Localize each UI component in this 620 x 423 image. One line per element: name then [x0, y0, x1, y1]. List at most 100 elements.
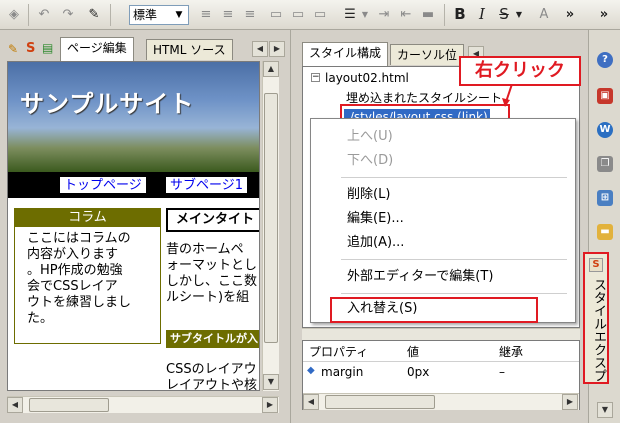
menu-separator: [341, 177, 567, 178]
plugin-icon[interactable]: ▣: [597, 88, 613, 104]
preview-horizontal-scrollbar[interactable]: ◀ ▶: [7, 396, 279, 413]
sub-text: CSSのレイアウ レイアウトや核: [166, 362, 259, 390]
callout-arrow: [502, 84, 513, 107]
collapse-icon[interactable]: −: [311, 73, 320, 82]
undo-icon[interactable]: ↶: [34, 4, 54, 24]
chevron-down-icon: ▼: [175, 10, 183, 20]
block-middle-icon[interactable]: ▭: [288, 4, 308, 24]
text-color-icon[interactable]: ▬: [418, 4, 438, 24]
paragraph-style-select[interactable]: 標準 ▼: [129, 5, 189, 25]
nav-link-top[interactable]: トップページ: [60, 177, 146, 195]
nav-link-sub1[interactable]: サブページ1: [166, 177, 248, 195]
align-right-icon[interactable]: ≡: [240, 4, 260, 24]
tab-scroll-right-icon[interactable]: ▶: [269, 41, 285, 57]
font-size-icon[interactable]: A: [534, 4, 554, 24]
menu-separator: [341, 259, 567, 260]
strike-button[interactable]: S: [494, 4, 514, 24]
bold-button[interactable]: B: [450, 4, 470, 24]
eraser-icon[interactable]: ◈: [4, 4, 24, 24]
block-bottom-icon[interactable]: ▭: [310, 4, 330, 24]
style-explorer-icon: S: [589, 258, 603, 272]
column-heading: コラム: [15, 209, 160, 227]
property-name[interactable]: margin: [321, 365, 363, 379]
property-header[interactable]: プロパティ: [309, 343, 368, 360]
property-value[interactable]: 0px: [407, 365, 429, 379]
tab-style-structure[interactable]: スタイル構成: [302, 42, 389, 66]
list-icon[interactable]: ☰: [340, 4, 360, 24]
toolbar-divider: [110, 4, 111, 26]
menu-item-delete[interactable]: 削除(L): [347, 185, 390, 205]
indent-icon[interactable]: ⇥: [374, 4, 394, 24]
italic-button[interactable]: I: [472, 4, 492, 24]
context-menu: 上へ(U) 下へ(D) 削除(L) 編集(E)... 追加(A)... 外部エデ…: [310, 118, 576, 323]
list-dropdown-icon[interactable]: ▼: [360, 4, 370, 24]
main-line: しかし、ここ数: [166, 274, 258, 289]
column-line: ウトを練習しまし: [27, 295, 132, 310]
sitemap-icon[interactable]: ⊞: [597, 190, 613, 206]
tab-cursor-position[interactable]: カーソル位: [390, 44, 465, 65]
toolbar-overflow-icon[interactable]: »: [560, 4, 580, 24]
property-icon: ◆: [307, 365, 315, 376]
column-line: 。HP作成の勉強: [27, 263, 123, 278]
menu-item-add[interactable]: 追加(A)...: [347, 233, 404, 253]
tree-root[interactable]: layout02.html: [325, 70, 409, 86]
hero-image: サンプルサイト: [8, 62, 259, 172]
main-line: ォーマットとし: [166, 258, 258, 273]
inherit-header[interactable]: 継承: [499, 343, 523, 360]
align-left-icon[interactable]: ≡: [196, 4, 216, 24]
style-s-icon[interactable]: S: [26, 41, 35, 56]
property-inherit[interactable]: –: [499, 365, 505, 379]
align-center-icon[interactable]: ≡: [218, 4, 238, 24]
tab-scroll-left-icon[interactable]: ◀: [252, 41, 268, 57]
header-divider: [303, 361, 579, 362]
menu-item-external-editor[interactable]: 外部エディターで編集(T): [347, 267, 493, 287]
main-text: 昔のホームペ ォーマットとし しかし、ここ数 ルシート)を組: [166, 242, 259, 306]
column-box: コラム ここにはコラムの 内容が入ります 。HP作成の勉強 会でCSSレイア ウ…: [14, 208, 161, 344]
property-table: プロパティ 値 継承 ◆ margin 0px – ◀ ▶: [302, 340, 580, 410]
pencil-icon[interactable]: ✎: [8, 42, 18, 56]
value-header[interactable]: 値: [407, 343, 419, 360]
scroll-left-icon[interactable]: ◀: [303, 394, 319, 410]
column-text: ここにはコラムの 内容が入ります 。HP作成の勉強 会でCSSレイア ウトを練習…: [27, 231, 157, 327]
scroll-left-icon[interactable]: ◀: [7, 397, 23, 413]
tab-page-edit[interactable]: ページ編集: [60, 37, 134, 61]
edit-icon[interactable]: ✎: [84, 4, 104, 24]
menu-item-edit[interactable]: 編集(E)...: [347, 209, 404, 229]
column-line: た。: [27, 311, 54, 326]
toolbar-divider: [28, 4, 29, 26]
scroll-right-icon[interactable]: ▶: [562, 394, 578, 410]
scroll-thumb[interactable]: [29, 398, 109, 412]
scroll-thumb[interactable]: [325, 395, 435, 409]
menu-separator: [341, 293, 567, 294]
toolbar: ◈ ↶ ↷ ✎ 標準 ▼ ≡ ≡ ≡ ▭ ▭ ▭ ☰ ▼ ⇥ ⇤ ▬ B I S…: [0, 0, 620, 30]
sub-line: CSSのレイアウ: [166, 362, 257, 377]
left-tab-bar: ✎ S ▤ ページ編集 HTML ソース ◀ ▶: [0, 37, 290, 61]
word-icon[interactable]: W: [597, 122, 613, 138]
block-top-icon[interactable]: ▭: [266, 4, 286, 24]
scroll-thumb[interactable]: [264, 93, 278, 343]
redo-icon[interactable]: ↷: [58, 4, 78, 24]
menu-item-move-up[interactable]: 上へ(U): [347, 127, 393, 147]
help-icon[interactable]: ?: [597, 52, 613, 68]
paragraph-style-value: 標準: [133, 8, 158, 22]
column-line: 会でCSSレイア: [27, 279, 118, 294]
folder-icon[interactable]: ▬: [597, 224, 613, 240]
tab-html-source[interactable]: HTML ソース: [146, 39, 233, 60]
strike-dropdown-icon[interactable]: ▼: [514, 4, 524, 24]
outdent-icon[interactable]: ⇤: [396, 4, 416, 24]
table-horizontal-scrollbar[interactable]: ◀ ▶: [303, 393, 579, 410]
document-icon[interactable]: ▤: [42, 41, 53, 55]
site-nav: トップページ サブページ1: [8, 172, 259, 198]
scroll-down-icon[interactable]: ▼: [263, 374, 279, 390]
strip-scroll-down-icon[interactable]: ▼: [597, 402, 613, 418]
right-click-callout: 右クリック: [459, 56, 581, 86]
panel-overflow-icon[interactable]: »: [594, 4, 614, 24]
page-preview[interactable]: サンプルサイト トップページ サブページ1 コラム ここにはコラムの 内容が入り…: [7, 61, 260, 391]
copy-icon[interactable]: ❐: [597, 156, 613, 172]
column-line: 内容が入ります: [27, 247, 119, 262]
scroll-up-icon[interactable]: ▲: [263, 61, 279, 77]
menu-item-move-down[interactable]: 下へ(D): [347, 151, 393, 171]
preview-vertical-scrollbar[interactable]: ▲ ▼: [262, 61, 279, 391]
scroll-right-icon[interactable]: ▶: [262, 397, 278, 413]
style-explorer-tab[interactable]: S スタイルエクスプ: [583, 252, 609, 384]
